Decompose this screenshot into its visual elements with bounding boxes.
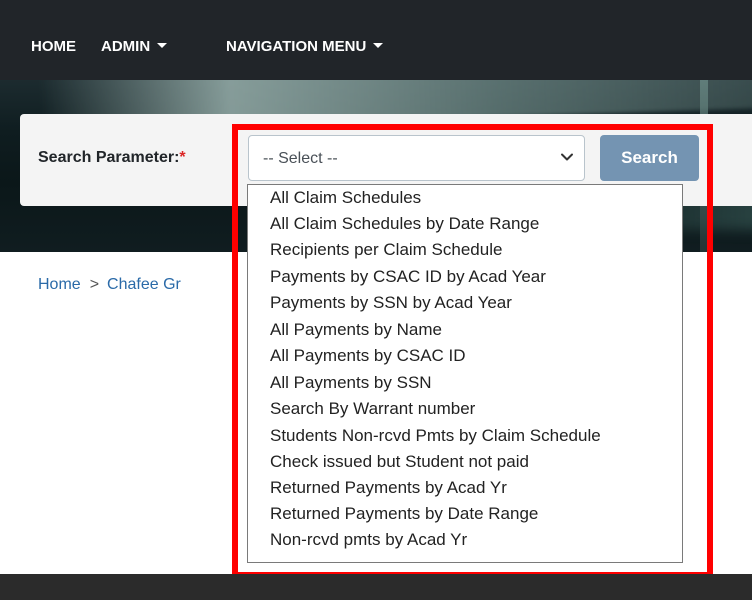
- footer-bar: [0, 574, 752, 600]
- nav-navigation-menu[interactable]: NAVIGATION MENU: [226, 38, 384, 56]
- nav-home[interactable]: HOME: [31, 38, 76, 56]
- search-label-text: Search Parameter:: [38, 149, 180, 166]
- highlight-box: [232, 124, 713, 578]
- top-navbar: HOME ADMIN NAVIGATION MENU: [0, 0, 752, 80]
- nav-home-label: HOME: [31, 38, 76, 55]
- breadcrumb-home[interactable]: Home: [38, 276, 81, 293]
- caret-down-icon: [157, 43, 168, 48]
- breadcrumb-separator: >: [89, 276, 100, 293]
- required-marker: *: [179, 149, 186, 166]
- nav-admin-label: ADMIN: [101, 38, 151, 55]
- breadcrumb-current[interactable]: Chafee Gr: [107, 276, 181, 293]
- search-parameter-label: Search Parameter:*: [38, 148, 186, 168]
- nav-navigation-menu-label: NAVIGATION MENU: [226, 38, 367, 55]
- caret-down-icon: [373, 43, 384, 48]
- nav-admin[interactable]: ADMIN: [101, 38, 168, 56]
- breadcrumb: Home > Chafee Gr: [38, 275, 181, 295]
